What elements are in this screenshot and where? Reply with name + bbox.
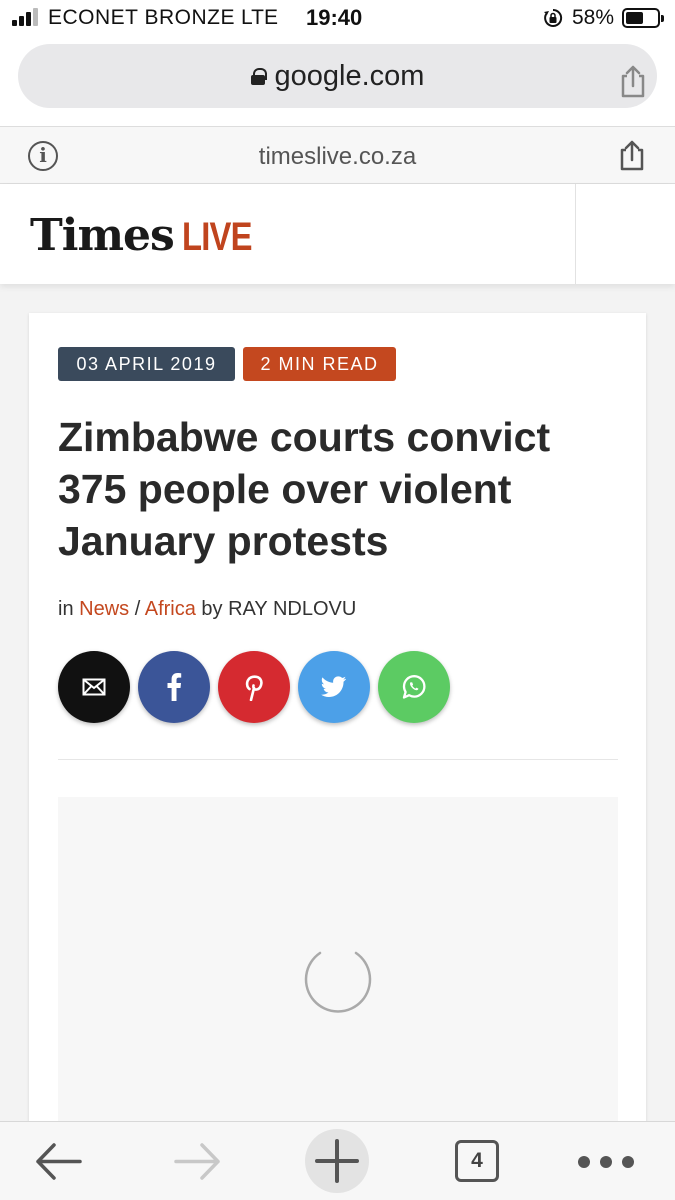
browser-toolbar: 4 [0, 1121, 675, 1200]
carrier-name: ECONET BRONZE [48, 6, 235, 29]
header-divider [575, 184, 576, 284]
network-type: LTE [241, 6, 278, 29]
section-link[interactable]: News [79, 598, 129, 620]
amp-share-icon[interactable] [618, 139, 646, 171]
loading-spinner-icon [304, 951, 372, 1013]
url-field[interactable]: google.com [18, 44, 657, 108]
author-name: RAY NDLOVU [228, 598, 357, 620]
more-dots-icon [578, 1156, 634, 1168]
back-arrow-icon[interactable] [30, 1122, 86, 1200]
byline-separator: / [134, 598, 141, 620]
site-header: Times LIVE [0, 184, 675, 284]
card-divider [58, 759, 618, 760]
whatsapp-icon [402, 675, 426, 699]
battery-percentage: 58% [572, 6, 615, 29]
facebook-share-button[interactable] [138, 651, 210, 723]
pinterest-share-button[interactable] [218, 651, 290, 723]
article-card: 03 APRIL 2019 2 MIN READ Zimbabwe courts… [29, 313, 646, 1133]
email-share-button[interactable] [58, 651, 130, 723]
amp-domain[interactable]: timeslive.co.za [0, 143, 675, 171]
twitter-share-button[interactable] [298, 651, 370, 723]
forward-arrow-icon[interactable] [170, 1122, 226, 1200]
status-clock: 19:40 [306, 5, 363, 30]
amp-header-bar: i timeslive.co.za [0, 126, 675, 184]
twitter-icon [321, 676, 346, 697]
url-text: google.com [274, 60, 425, 92]
status-bar: ECONET BRONZE LTE 19:40 58% [0, 0, 675, 36]
facebook-icon [167, 673, 182, 701]
share-icon[interactable] [618, 64, 648, 98]
more-menu-button[interactable] [578, 1122, 634, 1200]
tab-switcher-button[interactable]: 4 [455, 1140, 499, 1182]
date-tag: 03 APRIL 2019 [58, 347, 235, 381]
signal-strength-icon [12, 8, 42, 26]
browser-address-bar: google.com [0, 36, 675, 126]
logo-live-text: LIVE [181, 215, 252, 259]
byline: in News / Africa by RAY NDLOVU [58, 598, 356, 621]
timeslive-logo[interactable]: Times LIVE [30, 210, 267, 261]
article-headline: Zimbabwe courts convict 375 people over … [58, 414, 551, 564]
byline-prefix: in [58, 598, 74, 620]
rotation-lock-icon [544, 8, 563, 27]
read-time-tag: 2 MIN READ [243, 347, 396, 381]
whatsapp-share-button[interactable] [378, 651, 450, 723]
pinterest-icon [245, 675, 263, 701]
new-tab-button[interactable] [305, 1129, 369, 1193]
media-placeholder [58, 797, 618, 1133]
email-icon [82, 678, 106, 696]
battery-icon [622, 8, 664, 28]
byline-by: by [201, 598, 223, 620]
share-buttons [58, 651, 458, 725]
subsection-link[interactable]: Africa [145, 598, 196, 620]
plus-icon [315, 1139, 359, 1183]
logo-times-text: Times [30, 210, 175, 261]
padlock-icon [250, 68, 267, 85]
